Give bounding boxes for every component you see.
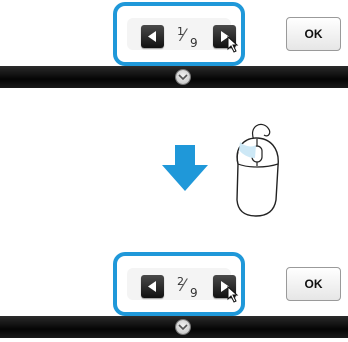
triangle-left-icon bbox=[148, 281, 156, 292]
pager-highlight: 2 ⁄ 9 bbox=[113, 252, 245, 316]
page-navigator: 2 ⁄ 9 bbox=[127, 268, 239, 303]
cursor-icon bbox=[227, 286, 239, 303]
page-navigator: 1 ⁄ 9 bbox=[127, 18, 239, 53]
toolbar-toggle-button[interactable] bbox=[176, 320, 190, 334]
cursor-icon bbox=[227, 36, 239, 53]
screen-step-1: 1 ⁄ 9 OK bbox=[0, 0, 348, 92]
previous-page-button[interactable] bbox=[141, 275, 164, 298]
previous-page-button[interactable] bbox=[141, 25, 164, 48]
page-counter: 1 ⁄ 9 bbox=[171, 24, 207, 50]
pager-highlight: 1 ⁄ 9 bbox=[113, 2, 245, 66]
page-separator: ⁄ bbox=[182, 26, 185, 46]
total-pages: 9 bbox=[190, 36, 198, 50]
chevron-down-icon bbox=[178, 74, 188, 81]
arrow-down-icon bbox=[162, 145, 208, 191]
toolbar-toggle-button[interactable] bbox=[176, 70, 190, 84]
page-separator: ⁄ bbox=[182, 276, 185, 296]
bottom-toolbar bbox=[0, 316, 348, 338]
total-pages: 9 bbox=[190, 286, 198, 300]
page-counter: 2 ⁄ 9 bbox=[171, 274, 207, 300]
mouse-icon bbox=[236, 123, 279, 217]
ok-button[interactable]: OK bbox=[286, 267, 341, 301]
triangle-left-icon bbox=[148, 31, 156, 42]
ok-button[interactable]: OK bbox=[286, 17, 341, 51]
screen-step-2: 2 ⁄ 9 OK bbox=[0, 250, 348, 342]
chevron-down-icon bbox=[178, 324, 188, 331]
bottom-toolbar bbox=[0, 66, 348, 88]
